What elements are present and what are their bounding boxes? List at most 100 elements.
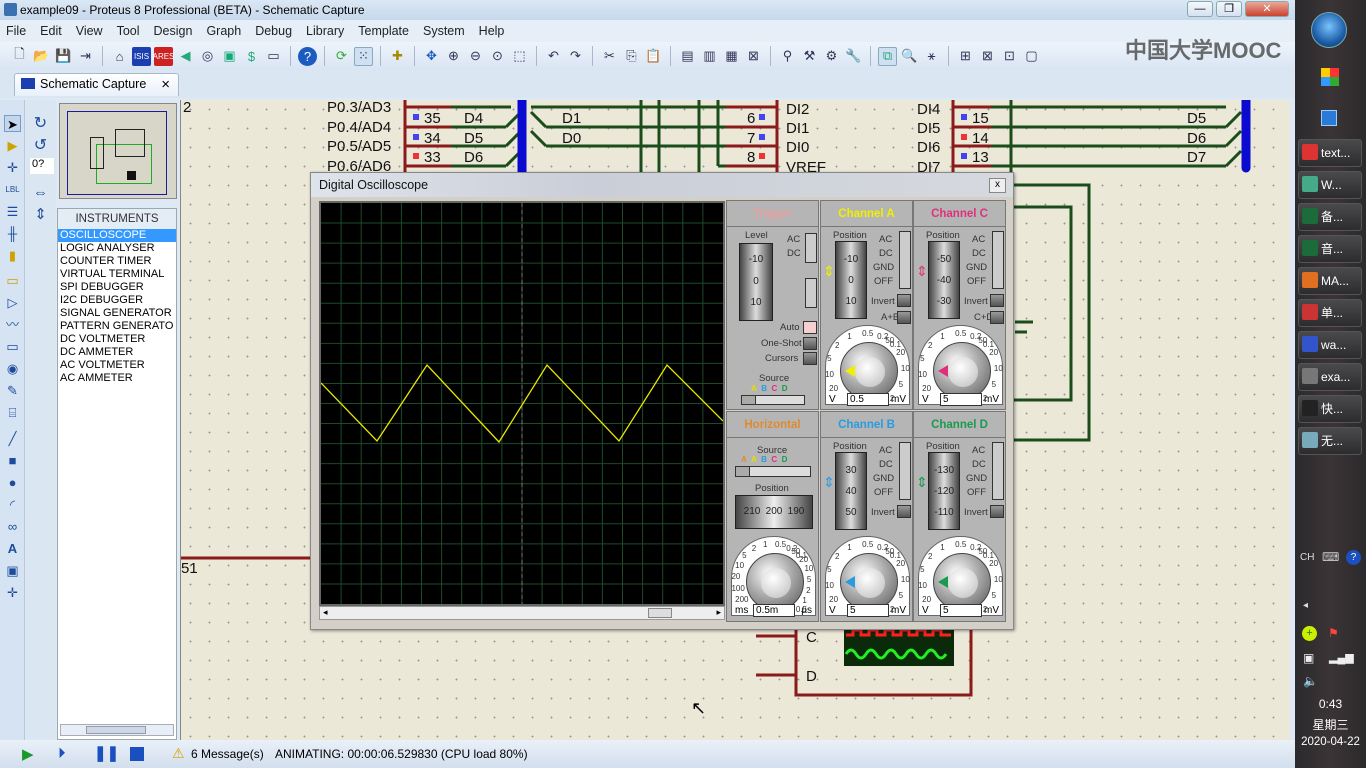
- help-icon[interactable]: ?: [1346, 550, 1361, 565]
- security-icon[interactable]: +: [1302, 626, 1317, 641]
- menu-help[interactable]: Help: [479, 24, 505, 38]
- symbol-icon[interactable]: ▣: [4, 562, 21, 579]
- channel-position-slider[interactable]: 30 40 50: [835, 452, 867, 530]
- taskbar-item[interactable]: 音...: [1298, 235, 1362, 263]
- trigger-level-slider[interactable]: -10 0 10: [739, 243, 773, 321]
- menu-design[interactable]: Design: [154, 24, 193, 38]
- sum-button[interactable]: [897, 311, 911, 324]
- show-hidden-icons[interactable]: ◂: [1303, 600, 1308, 611]
- taskbar-item[interactable]: 无...: [1298, 427, 1362, 455]
- zoom-in-icon[interactable]: ⊕: [444, 47, 463, 66]
- path-icon[interactable]: ∞: [4, 518, 21, 535]
- volts-value-field[interactable]: 5: [847, 604, 889, 617]
- auto-button[interactable]: [803, 321, 817, 334]
- list-item[interactable]: LOGIC ANALYSER: [58, 242, 176, 255]
- list-item[interactable]: AC VOLTMETER: [58, 359, 176, 372]
- coupling-switch[interactable]: [899, 231, 911, 289]
- zoom-out-icon[interactable]: ⊖: [466, 47, 485, 66]
- list-item[interactable]: AC AMMETER: [58, 372, 176, 385]
- device-pins-icon[interactable]: ▷: [4, 294, 21, 311]
- list-item[interactable]: OSCILLOSCOPE: [58, 229, 176, 242]
- box-icon[interactable]: ■: [4, 452, 21, 469]
- packaging-icon[interactable]: ⚙: [822, 47, 841, 66]
- report-icon[interactable]: ▢: [1022, 47, 1041, 66]
- channel-position-slider[interactable]: -50 -40 -30: [928, 241, 960, 319]
- voltage-probe-icon[interactable]: ✎: [4, 382, 21, 399]
- rotate-clockwise-icon[interactable]: ↻: [32, 115, 49, 132]
- ares-icon[interactable]: ARES: [153, 46, 174, 66]
- arc-icon[interactable]: ◜: [4, 496, 21, 513]
- circle-icon[interactable]: ●: [4, 474, 21, 491]
- list-item[interactable]: VIRTUAL TERMINAL: [58, 268, 176, 281]
- tab-schematic-capture[interactable]: Schematic Capture ×: [14, 73, 179, 96]
- menu-system[interactable]: System: [423, 24, 465, 38]
- coupling-switch[interactable]: [992, 231, 1004, 289]
- new-sheet-icon[interactable]: ⊞: [956, 47, 975, 66]
- taskbar-item[interactable]: 快...: [1298, 395, 1362, 423]
- help-icon[interactable]: ?: [298, 46, 317, 66]
- tab-close-button[interactable]: ×: [161, 76, 170, 93]
- channel-position-slider[interactable]: -10 0 10: [835, 241, 867, 319]
- clock-time[interactable]: 0:43: [1295, 697, 1366, 711]
- pan-icon[interactable]: ✥: [422, 47, 441, 66]
- block-delete-icon[interactable]: ⊠: [744, 47, 763, 66]
- list-item[interactable]: SIGNAL GENERATOR: [58, 307, 176, 320]
- exit-to-parent-icon[interactable]: ⊡: [1000, 47, 1019, 66]
- taskbar-item[interactable]: text...: [1298, 139, 1362, 167]
- channel-position-slider[interactable]: -130 -120 -110: [928, 452, 960, 530]
- selection-mode-icon[interactable]: ➤: [4, 115, 21, 132]
- one-shot-button[interactable]: [803, 337, 817, 350]
- menu-file[interactable]: File: [6, 24, 26, 38]
- copy-icon[interactable]: ⎘: [622, 47, 641, 66]
- screen-scrollbar[interactable]: ◂ ▸: [319, 606, 725, 620]
- menu-edit[interactable]: Edit: [40, 24, 62, 38]
- volts-knob[interactable]: [933, 553, 991, 611]
- text-script-icon[interactable]: ☰: [4, 203, 21, 220]
- home-icon[interactable]: ⌂: [110, 47, 129, 66]
- block-rotate-icon[interactable]: ▦: [722, 47, 741, 66]
- volts-value-field[interactable]: 0.5: [847, 393, 889, 406]
- gerber-icon[interactable]: ◎: [198, 47, 217, 66]
- component-mode-icon[interactable]: ▶: [4, 137, 21, 154]
- line-icon[interactable]: ╱: [4, 430, 21, 447]
- make-device-icon[interactable]: ⚒: [800, 47, 819, 66]
- clock-date[interactable]: 2020-04-22: [1295, 736, 1366, 748]
- list-item[interactable]: COUNTER TIMER: [58, 255, 176, 268]
- wire-autorouter-icon[interactable]: ⧉: [878, 46, 897, 66]
- graph-mode-icon[interactable]: 〰: [4, 316, 21, 333]
- windows-icon[interactable]: [1321, 110, 1337, 126]
- taskbar-item[interactable]: wa...: [1298, 331, 1362, 359]
- marker-icon[interactable]: ✛: [4, 584, 21, 601]
- stop-button[interactable]: [130, 747, 144, 761]
- horizontal-position-slider[interactable]: 210 200 190: [735, 495, 813, 529]
- network-icon[interactable]: ▂▄▆: [1329, 651, 1354, 664]
- taskbar-item[interactable]: 单...: [1298, 299, 1362, 327]
- taskbar-item[interactable]: exa...: [1298, 363, 1362, 391]
- menu-template[interactable]: Template: [358, 24, 409, 38]
- decompose-icon[interactable]: 🔧: [844, 47, 863, 66]
- text-icon[interactable]: A: [4, 540, 21, 557]
- taskbar-item[interactable]: MA...: [1298, 267, 1362, 295]
- menu-library[interactable]: Library: [306, 24, 344, 38]
- start-button[interactable]: [1311, 12, 1347, 48]
- search-icon[interactable]: 🔍: [900, 47, 919, 66]
- volts-per-div-dial[interactable]: 0.5 V mV 20 10 5 2 1 0.5 0.2 0.1 50 20 10 5 2: [825, 325, 910, 406]
- menu-view[interactable]: View: [76, 24, 103, 38]
- paste-icon[interactable]: 📋: [644, 47, 663, 66]
- rotation-angle-field[interactable]: 0?: [30, 158, 54, 174]
- volts-per-div-dial[interactable]: 5 V mV 20 10 5 2 1 0.5 0.2 0.1 50 20 10 5 2: [825, 536, 910, 617]
- zoom-all-icon[interactable]: ⊙: [488, 47, 507, 66]
- redo-icon[interactable]: ↷: [566, 47, 585, 66]
- bom-icon[interactable]: $: [242, 47, 261, 66]
- junction-dot-icon[interactable]: ✛: [4, 159, 21, 176]
- volts-value-field[interactable]: 5: [940, 393, 982, 406]
- trigger-edge-switch[interactable]: [805, 278, 817, 308]
- keyboard-icon[interactable]: ⌨: [1322, 550, 1339, 564]
- volts-knob[interactable]: [840, 342, 898, 400]
- new-file-icon[interactable]: 🗋: [10, 46, 29, 66]
- invert-button[interactable]: [897, 294, 911, 307]
- grid-icon[interactable]: ⁙: [354, 46, 373, 66]
- invert-button[interactable]: [897, 505, 911, 518]
- menu-tool[interactable]: Tool: [117, 24, 140, 38]
- tape-recorder-icon[interactable]: ▭: [4, 338, 21, 355]
